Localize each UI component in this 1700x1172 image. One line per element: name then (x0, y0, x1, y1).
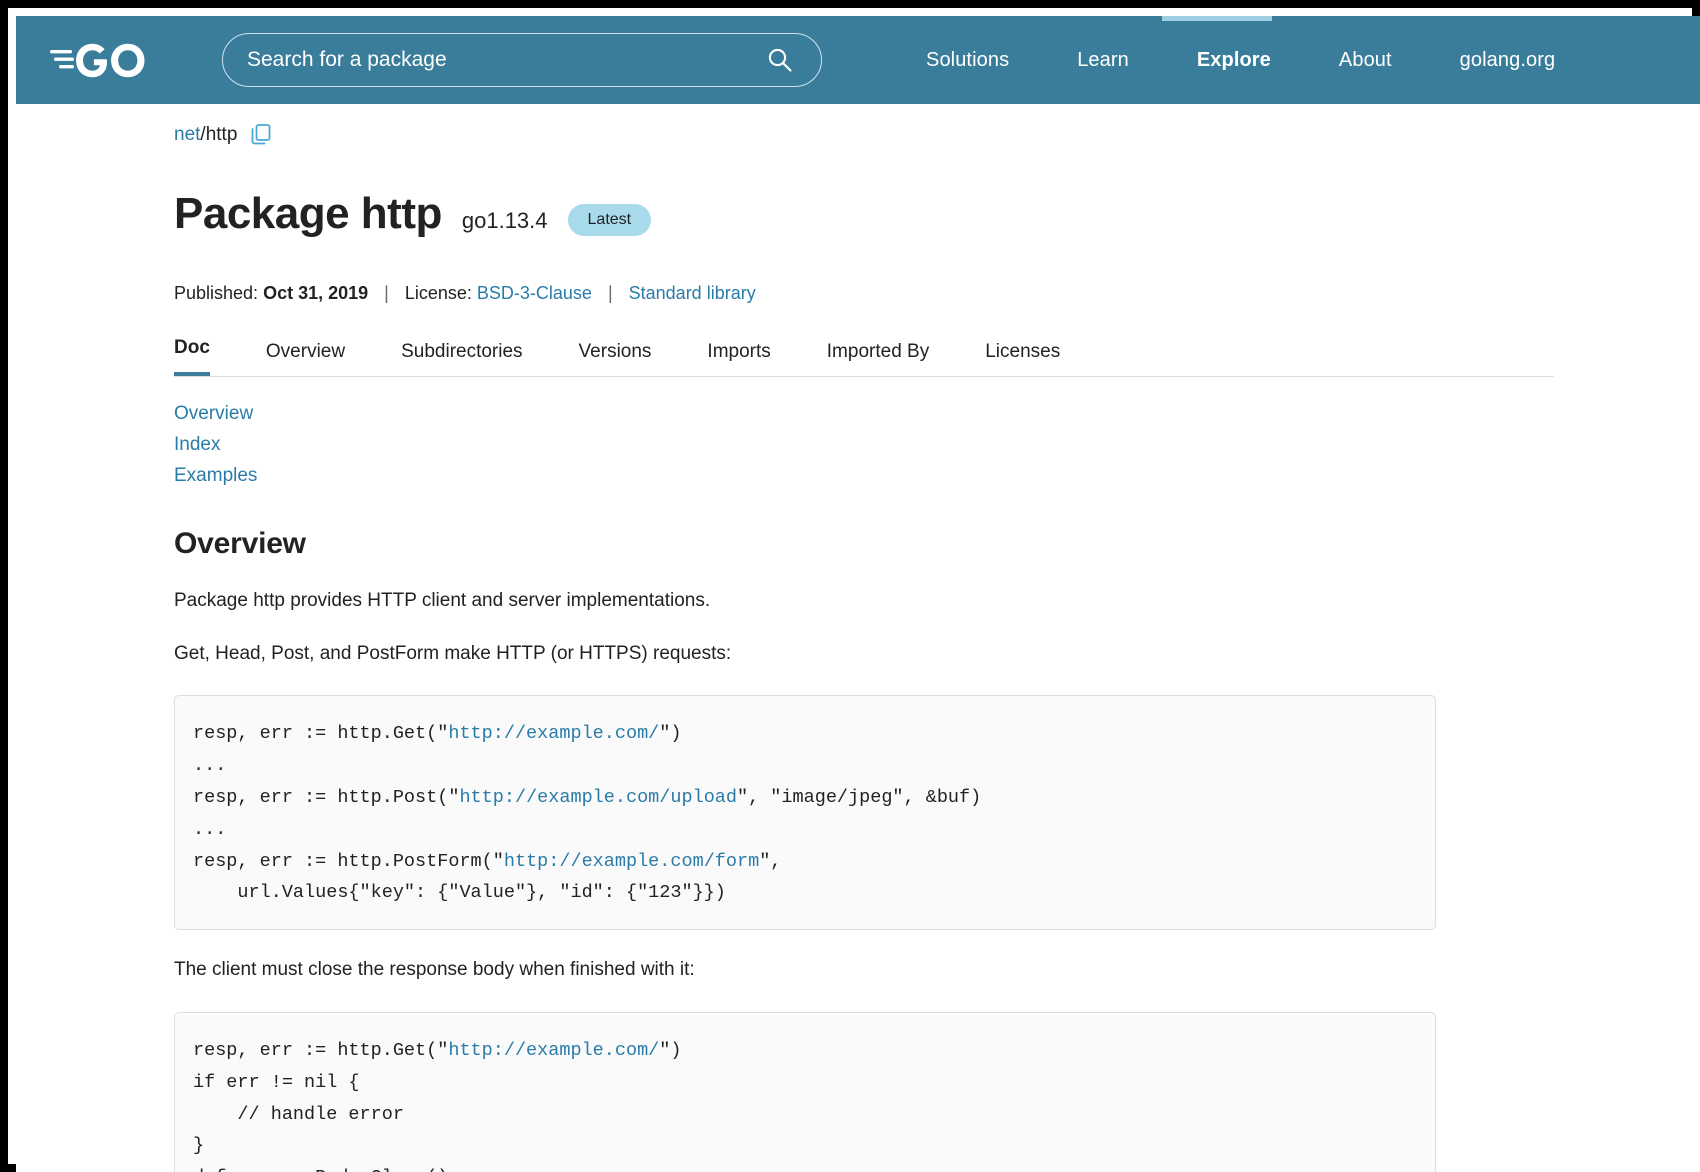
tab-licenses[interactable]: Licenses (985, 341, 1060, 376)
meta-separator-2: | (592, 283, 629, 304)
code-line-6: url.Values{"key": {"Value"}, "id": {"123… (193, 882, 726, 903)
code2-line-1-pre: resp, err := http.Get(" (193, 1040, 448, 1061)
page-content: net/http Package http go1.13.4 Latest Pu… (16, 104, 1700, 1172)
code-link-example-com-form[interactable]: http://example.com/form (504, 851, 759, 872)
code2-line-2: if err != nil { (193, 1072, 360, 1093)
search-icon[interactable] (767, 47, 793, 73)
code-link-example-com[interactable]: http://example.com/ (448, 723, 659, 744)
code-line-5-post: ", (759, 851, 781, 872)
tab-imports[interactable]: Imports (707, 341, 770, 376)
package-tabs: Doc Overview Subdirectories Versions Imp… (174, 330, 1554, 377)
overview-paragraph-2: Get, Head, Post, and PostForm make HTTP … (174, 641, 1554, 667)
standard-library-link[interactable]: Standard library (629, 283, 756, 304)
tab-imported-by[interactable]: Imported By (827, 341, 929, 376)
site-header: Solutions Learn Explore About golang.org (16, 16, 1700, 104)
overview-heading: Overview (174, 527, 1554, 561)
nav-item-explore[interactable]: Explore (1163, 49, 1305, 72)
tab-subdirectories[interactable]: Subdirectories (401, 341, 522, 376)
jump-link-examples[interactable]: Examples (174, 465, 257, 487)
license-label: License: (405, 283, 472, 304)
code2-link-example-com[interactable]: http://example.com/ (448, 1040, 659, 1061)
overview-paragraph-3: The client must close the response body … (174, 957, 1554, 983)
page-viewport: Solutions Learn Explore About golang.org… (16, 16, 1700, 1172)
meta-separator-1: | (368, 283, 405, 304)
code-link-example-com-upload[interactable]: http://example.com/upload (459, 787, 737, 808)
search-container (222, 33, 822, 87)
code-line-3-pre: resp, err := http.Post(" (193, 787, 459, 808)
tab-versions[interactable]: Versions (579, 341, 652, 376)
package-version: go1.13.4 (462, 208, 548, 234)
code-line-5-pre: resp, err := http.PostForm(" (193, 851, 504, 872)
overview-paragraph-1: Package http provides HTTP client and se… (174, 588, 1554, 614)
breadcrumb-rest: /http (200, 124, 237, 146)
license-link[interactable]: BSD-3-Clause (477, 283, 592, 304)
tab-overview[interactable]: Overview (266, 341, 345, 376)
tab-doc[interactable]: Doc (174, 337, 210, 376)
go-logo[interactable] (50, 33, 170, 87)
search-input[interactable] (223, 34, 729, 86)
jump-link-index[interactable]: Index (174, 434, 220, 456)
nav-item-learn[interactable]: Learn (1043, 49, 1163, 72)
code2-line-5: defer resp.Body.Close() (193, 1167, 448, 1172)
code-line-4: ... (193, 819, 226, 840)
nav-active-indicator (1162, 16, 1272, 21)
status-badge-latest: Latest (568, 204, 652, 236)
code-line-1-pre: resp, err := http.Get(" (193, 723, 448, 744)
content-inner: net/http Package http go1.13.4 Latest Pu… (174, 104, 1554, 1172)
code-block-requests: resp, err := http.Get("http://example.co… (174, 695, 1436, 930)
jump-link-overview[interactable]: Overview (174, 403, 253, 425)
code2-line-3: // handle error (193, 1104, 404, 1125)
code-line-2: ... (193, 755, 226, 776)
nav-item-golang-org[interactable]: golang.org (1426, 49, 1590, 72)
code-block-close-body: resp, err := http.Get("http://example.co… (174, 1012, 1436, 1172)
published-label: Published: (174, 283, 258, 304)
code-block-close-body-text: resp, err := http.Get("http://example.co… (193, 1035, 1417, 1172)
package-meta: Published: Oct 31, 2019 | License: BSD-3… (174, 283, 1554, 304)
breadcrumb-link-net[interactable]: net (174, 124, 200, 146)
jump-links: Overview Index Examples (174, 403, 1554, 487)
code-line-1-post: ") (659, 723, 681, 744)
code-line-3-post: ", "image/jpeg", &buf) (737, 787, 981, 808)
nav-item-solutions[interactable]: Solutions (892, 49, 1043, 72)
title-row: Package http go1.13.4 Latest (174, 162, 1554, 267)
breadcrumb: net/http (174, 122, 1554, 148)
code-block-requests-text: resp, err := http.Get("http://example.co… (193, 718, 1417, 909)
code2-line-4: } (193, 1135, 204, 1156)
published-date: Oct 31, 2019 (263, 283, 368, 304)
page-title: Package http (174, 191, 442, 237)
browser-frame: Solutions Learn Explore About golang.org… (0, 0, 1700, 1172)
code2-line-1-post: ") (659, 1040, 681, 1061)
copy-icon[interactable] (251, 124, 271, 146)
main-navigation: Solutions Learn Explore About golang.org (892, 49, 1589, 72)
nav-item-about[interactable]: About (1305, 49, 1426, 72)
search-box[interactable] (222, 33, 822, 87)
